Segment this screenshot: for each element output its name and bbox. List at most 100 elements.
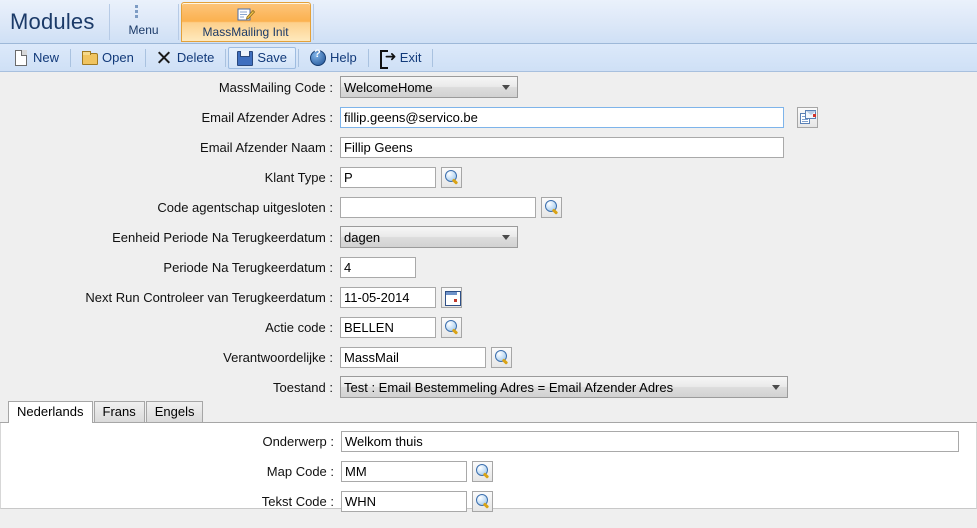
help-button[interactable]: Help xyxy=(301,47,366,69)
toolbar-divider xyxy=(70,48,72,67)
search-icon xyxy=(444,170,459,184)
toolbar-divider xyxy=(367,48,369,67)
toestand-value: Test : Email Bestemmeling Adres = Email … xyxy=(344,379,674,395)
map-code-input[interactable] xyxy=(341,460,467,482)
ribbon-button-menu-label: Menu xyxy=(128,23,159,37)
actie-code-lookup-button[interactable] xyxy=(441,316,462,338)
menu-list-icon xyxy=(134,3,153,23)
tab-strip: Nederlands Frans Engels xyxy=(0,401,977,423)
actie-code-input[interactable] xyxy=(340,316,436,338)
tab-engels-label: Engels xyxy=(154,404,195,419)
periode-na-terugkeerdatum-input[interactable] xyxy=(340,256,416,278)
toolbar: New Open Delete Save Help Exit xyxy=(0,44,977,72)
new-page-icon xyxy=(13,50,28,66)
open-folder-icon xyxy=(82,50,99,65)
toolbar-divider xyxy=(144,48,146,67)
form-row: Tekst Code : xyxy=(1,486,976,516)
code-agentschap-uitgesloten-label: Code agentschap uitgesloten : xyxy=(157,199,333,215)
klant-type-input[interactable] xyxy=(340,166,436,188)
ribbon-divider xyxy=(177,4,179,40)
tekst-code-label: Tekst Code : xyxy=(261,493,334,509)
massmailing-code-select[interactable]: WelcomeHome xyxy=(340,76,518,98)
search-icon xyxy=(544,200,559,214)
toestand-label: Toestand : xyxy=(273,379,333,395)
form-row: MassMailing Code : WelcomeHome xyxy=(0,72,977,102)
next-run-date-input[interactable] xyxy=(340,286,436,308)
form-row: Next Run Controleer van Terugkeerdatum : xyxy=(0,282,977,312)
open-button[interactable]: Open xyxy=(73,47,143,69)
ribbon-bar: Modules Menu MassMailing Init xyxy=(0,0,977,44)
form-row: Toestand : Test : Email Bestemmeling Adr… xyxy=(0,372,977,402)
massmailing-code-label: MassMailing Code : xyxy=(218,79,333,95)
verantwoordelijke-lookup-button[interactable] xyxy=(491,346,512,368)
form-row: Onderwerp : xyxy=(1,426,976,456)
toestand-select[interactable]: Test : Email Bestemmeling Adres = Email … xyxy=(340,376,788,398)
actie-code-label: Actie code : xyxy=(265,319,333,335)
form-row: Code agentschap uitgesloten : xyxy=(0,192,977,222)
search-icon xyxy=(475,464,490,478)
form-row: Eenheid Periode Na Terugkeerdatum : dage… xyxy=(0,222,977,252)
email-afzender-adres-input[interactable] xyxy=(340,106,784,128)
form-row: Actie code : xyxy=(0,312,977,342)
tab-frans-label: Frans xyxy=(102,404,136,419)
chevron-down-icon xyxy=(502,235,510,240)
toolbar-divider xyxy=(432,48,434,67)
ribbon-button-menu[interactable]: Menu xyxy=(110,0,178,43)
verantwoordelijke-input[interactable] xyxy=(340,346,486,368)
calendar-icon xyxy=(444,290,461,306)
tab-nederlands-label: Nederlands xyxy=(17,404,84,419)
new-button[interactable]: New xyxy=(4,47,68,69)
klant-type-lookup-button[interactable] xyxy=(441,166,462,188)
onderwerp-input[interactable] xyxy=(341,430,959,452)
help-button-label: Help xyxy=(330,50,357,65)
search-icon xyxy=(494,350,509,364)
form-row: Periode Na Terugkeerdatum : xyxy=(0,252,977,282)
save-button-label: Save xyxy=(257,50,288,65)
verantwoordelijke-label: Verantwoordelijke : xyxy=(223,349,333,365)
exit-button-label: Exit xyxy=(399,50,422,65)
onderwerp-label: Onderwerp : xyxy=(262,433,334,449)
toolbar-divider xyxy=(225,48,227,67)
form-row: Email Afzender Naam : xyxy=(0,132,977,162)
email-afzender-adres-label: Email Afzender Adres : xyxy=(201,109,333,125)
code-agentschap-uitgesloten-input[interactable] xyxy=(340,196,536,218)
exit-button[interactable]: Exit xyxy=(371,47,431,69)
page-title: Modules xyxy=(10,8,95,34)
klant-type-label: Klant Type : xyxy=(264,169,333,185)
pick-email-button[interactable] xyxy=(797,106,818,128)
save-floppy-icon xyxy=(237,50,254,66)
map-code-label: Map Code : xyxy=(266,463,334,479)
save-button[interactable]: Save xyxy=(228,46,297,69)
eenheid-periode-value: dagen xyxy=(344,229,381,245)
tekst-code-lookup-button[interactable] xyxy=(472,490,493,512)
tekst-code-input[interactable] xyxy=(341,490,467,512)
language-tab-panel: Nederlands Frans Engels Onderwerp : Map … xyxy=(0,401,977,512)
ribbon-button-massmailing-init-label: MassMailing Init xyxy=(202,25,289,39)
next-run-controleer-label: Next Run Controleer van Terugkeerdatum : xyxy=(85,289,333,305)
edit-document-icon xyxy=(236,6,256,25)
form-row: Verantwoordelijke : xyxy=(0,342,977,372)
massmailing-code-value: WelcomeHome xyxy=(344,79,433,95)
ribbon-button-massmailing-init[interactable]: MassMailing Init xyxy=(180,2,311,42)
tab-engels[interactable]: Engels xyxy=(145,401,204,422)
toolbar-divider xyxy=(298,48,300,67)
exit-arrow-icon xyxy=(379,47,397,69)
form-panel: MassMailing Code : WelcomeHome Email Afz… xyxy=(0,72,977,402)
help-circle-icon xyxy=(310,48,327,66)
eenheid-periode-select[interactable]: dagen xyxy=(340,226,518,248)
search-icon xyxy=(444,320,459,334)
envelope-document-icon xyxy=(799,110,816,124)
delete-x-icon xyxy=(157,50,172,65)
form-row: Map Code : xyxy=(1,456,976,486)
tab-content: Onderwerp : Map Code : Tekst Code : xyxy=(0,423,977,512)
email-afzender-naam-label: Email Afzender Naam : xyxy=(200,139,333,155)
delete-button[interactable]: Delete xyxy=(148,47,224,69)
date-picker-button[interactable] xyxy=(441,286,462,308)
map-code-lookup-button[interactable] xyxy=(472,460,493,482)
email-afzender-naam-input[interactable] xyxy=(340,136,784,158)
chevron-down-icon xyxy=(772,385,780,390)
tab-nederlands[interactable]: Nederlands xyxy=(8,401,93,423)
search-icon xyxy=(475,494,490,508)
code-agentschap-lookup-button[interactable] xyxy=(541,196,562,218)
tab-frans[interactable]: Frans xyxy=(93,401,145,422)
